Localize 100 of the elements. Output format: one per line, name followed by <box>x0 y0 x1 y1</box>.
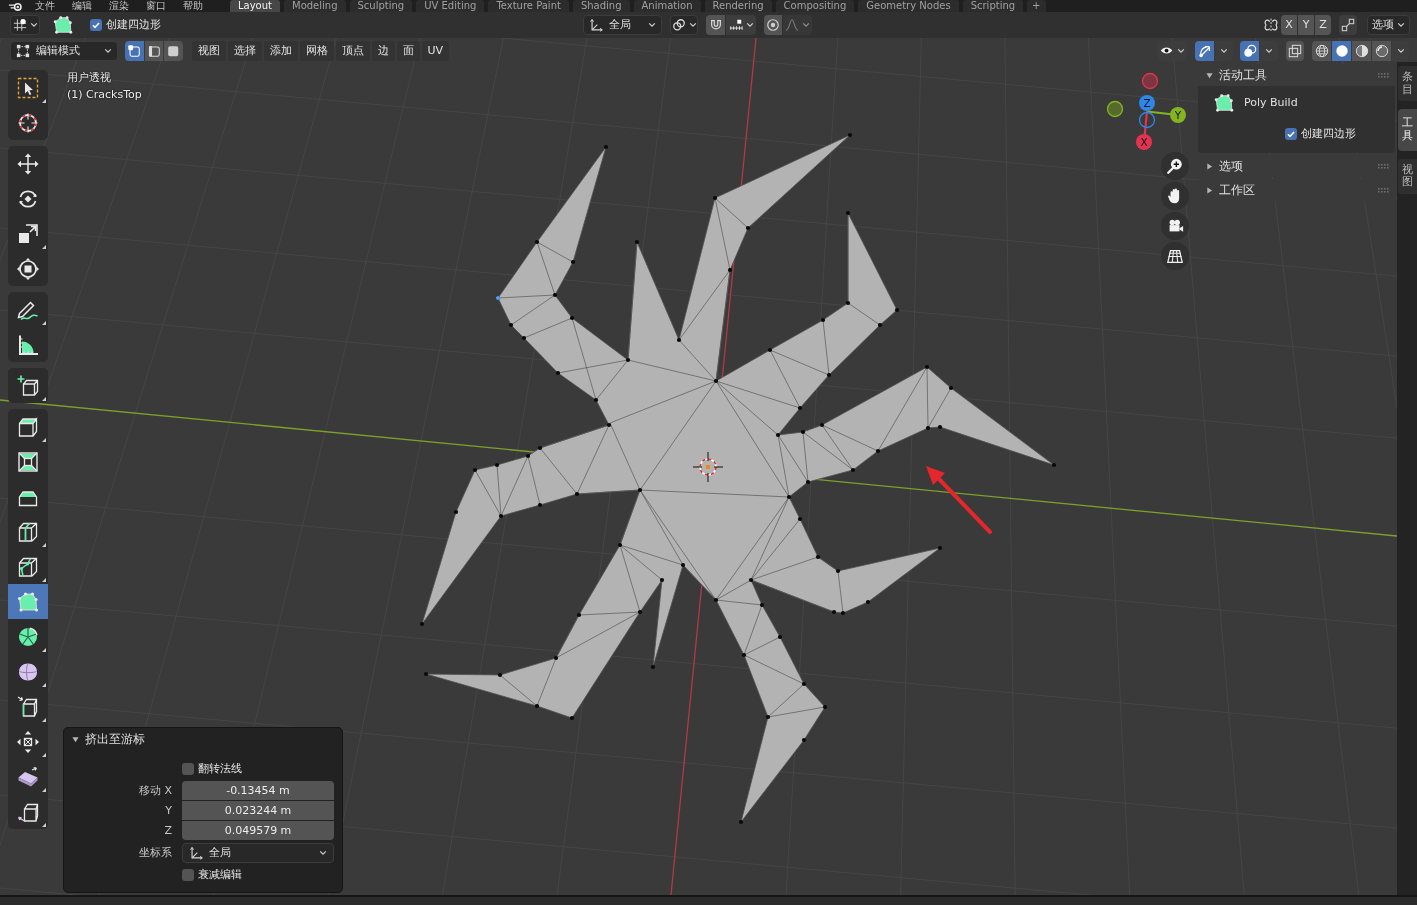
menu-item[interactable]: 帮助 <box>183 0 203 12</box>
menu-button[interactable]: 网格 <box>299 41 334 61</box>
menu-button[interactable]: UV <box>421 41 450 61</box>
options-dropdown[interactable]: 选项 <box>1367 15 1410 35</box>
magnet-icon <box>708 18 723 32</box>
expand-triangle-icon[interactable] <box>1206 186 1213 194</box>
overlay-toggle[interactable] <box>1240 41 1259 61</box>
workspace-tab[interactable]: Compositing <box>775 0 855 12</box>
checkbox[interactable] <box>182 869 194 881</box>
add-workspace-button[interactable]: + <box>1027 0 1046 12</box>
menu-item[interactable]: 文件 <box>35 0 55 12</box>
drag-grip-icon[interactable] <box>1378 163 1389 169</box>
proportional-editing-toggle[interactable] <box>764 15 782 35</box>
drag-grip-icon[interactable] <box>1378 72 1389 78</box>
menu-item[interactable]: 窗口 <box>146 0 166 12</box>
checkbox[interactable] <box>1285 127 1297 140</box>
number-field[interactable]: 0.049579 m <box>182 821 334 840</box>
polygon-dots-icon <box>1213 92 1235 114</box>
collapse-triangle-icon[interactable] <box>1206 71 1213 79</box>
menu-item[interactable]: 编辑 <box>72 0 92 12</box>
snap-toggle[interactable] <box>706 15 725 35</box>
panel-header[interactable]: 挤出至游标 <box>64 728 342 750</box>
workspace-tab[interactable]: Sculpting <box>349 0 413 12</box>
checkbox-label[interactable]: 创建四边形 <box>1301 127 1356 141</box>
pivot-dropdown[interactable] <box>670 15 698 35</box>
sidebar-tab[interactable]: 工具 <box>1398 109 1417 151</box>
workspace-tab[interactable]: Shading <box>572 0 630 12</box>
menu-button[interactable]: 添加 <box>263 41 298 61</box>
menu-button[interactable]: 顶点 <box>335 41 370 61</box>
menu-button[interactable]: 视图 <box>191 41 226 61</box>
tool-button[interactable] <box>8 292 48 327</box>
gizmo-toggle[interactable] <box>1195 41 1214 61</box>
shading-mode-button[interactable] <box>1352 41 1371 61</box>
checkbox[interactable] <box>182 763 194 775</box>
tool-name: Poly Build <box>1244 96 1298 110</box>
number-field[interactable]: 0.023244 m <box>182 801 334 820</box>
caret-icon <box>104 48 112 54</box>
menu-item[interactable]: 渲染 <box>109 0 129 12</box>
mirror-axis-toggle[interactable]: X <box>1281 15 1297 35</box>
checkbox-label[interactable]: 翻转法线 <box>198 762 242 776</box>
menu-button[interactable]: 选择 <box>227 41 262 61</box>
menu-button[interactable]: 边 <box>371 41 395 61</box>
tool-button[interactable] <box>8 105 48 140</box>
shading-mode-button[interactable] <box>1312 41 1331 61</box>
polygon-dots-icon <box>52 14 74 36</box>
number-field[interactable]: -0.13454 m <box>182 781 334 800</box>
negative-z-handle[interactable] <box>1138 111 1156 129</box>
workspace-tab[interactable]: Animation <box>633 0 701 12</box>
collapse-triangle-icon[interactable] <box>72 735 79 743</box>
mirror-axis-toggle[interactable]: Z <box>1315 15 1331 35</box>
tool-button[interactable] <box>8 70 48 105</box>
auto-merge-toggle[interactable] <box>1339 15 1357 35</box>
tool-button[interactable] <box>8 549 48 584</box>
workspace-tab[interactable]: Scripting <box>962 0 1024 12</box>
checkbox-label[interactable]: 创建四边形 <box>106 18 161 32</box>
workspace-tab[interactable]: Geometry Nodes <box>858 0 959 12</box>
caret-icon <box>802 22 810 28</box>
negative-y-handle[interactable] <box>1106 100 1124 118</box>
mode-dropdown[interactable]: 编辑模式 <box>10 41 118 61</box>
select-mode-button[interactable] <box>164 41 183 61</box>
bell-curve-icon <box>785 18 799 32</box>
tool-button[interactable] <box>8 327 48 362</box>
vertex-select-icon <box>127 44 142 58</box>
snap-target-dropdown[interactable] <box>726 15 756 35</box>
xray-toggle[interactable] <box>1286 41 1304 61</box>
shading-mode-button[interactable] <box>1372 41 1391 61</box>
tool-button[interactable] <box>8 368 48 403</box>
menu-button[interactable]: 面 <box>396 41 420 61</box>
z-axis-handle[interactable]: Z <box>1139 95 1155 112</box>
shading-mode-button[interactable] <box>1332 41 1351 61</box>
tool-button[interactable] <box>8 251 48 286</box>
negative-x-handle[interactable] <box>1141 72 1159 90</box>
tool-button[interactable] <box>8 619 48 654</box>
orientation-dropdown[interactable]: 全局 <box>182 843 334 863</box>
expand-triangle-icon[interactable] <box>1206 162 1213 170</box>
orientation-dropdown[interactable]: 全局 <box>583 15 662 35</box>
select-mode-button[interactable] <box>125 41 144 61</box>
workspace-tab[interactable]: Texture Paint <box>488 0 569 12</box>
tool-button[interactable] <box>8 794 48 829</box>
checkbox-label[interactable]: 衰减编辑 <box>198 868 242 882</box>
tool-settings-dropdown[interactable] <box>10 15 40 35</box>
panel-title: 挤出至游标 <box>85 731 145 747</box>
sidebar-tab[interactable]: 条目 <box>1398 66 1417 102</box>
workspace-tab[interactable]: Rendering <box>704 0 772 12</box>
field-label: 坐标系 <box>139 846 172 860</box>
tool-button[interactable] <box>8 146 48 181</box>
checkbox[interactable] <box>90 19 102 31</box>
drag-grip-icon[interactable] <box>1378 187 1389 193</box>
workspace-tab[interactable]: UV Editing <box>416 0 485 12</box>
sidebar-tab[interactable]: 视图 <box>1398 158 1417 194</box>
panel-header[interactable]: 工作区 <box>1198 179 1395 202</box>
x-axis-handle[interactable]: X <box>1136 111 1152 150</box>
workspace-tab[interactable]: Layout <box>230 0 280 12</box>
edit-mode-icon <box>16 44 30 58</box>
workspace-tab[interactable]: Modeling <box>284 0 346 12</box>
tool-button[interactable] <box>8 409 48 444</box>
shaded-sphere-icon <box>1374 44 1389 58</box>
caret-icon <box>1220 48 1228 54</box>
mirror-axis-toggle[interactable]: Y <box>1298 15 1314 35</box>
panel-title: 工作区 <box>1219 183 1255 198</box>
